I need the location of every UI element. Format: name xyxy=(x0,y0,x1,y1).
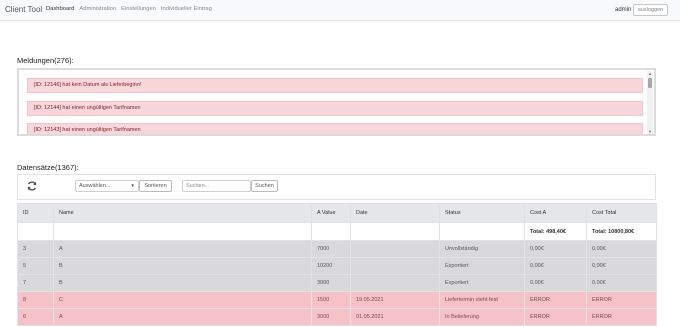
main-nav: Dashboard Administration Einstellungen I… xyxy=(46,6,212,12)
totals-cell xyxy=(311,222,351,241)
totals-row: Total: 498,40€ Total: 10800,80€ xyxy=(17,222,657,241)
cell-name: B xyxy=(53,274,312,292)
totals-cell xyxy=(17,222,54,241)
records-heading: Datensätze(1367): xyxy=(17,163,79,172)
cell-name: A xyxy=(53,308,312,326)
sort-select[interactable]: Auswählen... ▼ xyxy=(75,180,139,192)
cell-cost-total: 0,00€ xyxy=(586,240,657,258)
records-table: ID Name A Value Date Status Cost A Cost … xyxy=(17,203,657,326)
cell-id: 8 xyxy=(17,291,54,309)
total-cost-total: Total: 10800,80€ xyxy=(586,222,657,241)
cell-a-value: 10200 xyxy=(311,257,351,275)
search-input[interactable] xyxy=(182,180,251,192)
cell-date xyxy=(350,257,440,275)
records-toolbar: Auswählen... ▼ Sortieren Suchen xyxy=(17,174,656,200)
cell-cost-total: ERROR xyxy=(586,291,657,309)
messages-heading: Meldungen(276): xyxy=(17,56,74,65)
column-header-name[interactable]: Name xyxy=(53,203,312,223)
cell-a-value: 7000 xyxy=(311,240,351,258)
cell-cost-total: 0,00€ xyxy=(586,257,657,275)
nav-item-dashboard[interactable]: Dashboard xyxy=(46,6,74,12)
table-header-row: ID Name A Value Date Status Cost A Cost … xyxy=(17,203,657,223)
cell-date xyxy=(350,240,440,258)
cell-date xyxy=(350,274,440,292)
message-item: [ID: 12143] hat einen ungültigen Tarifna… xyxy=(27,123,643,134)
cell-name: B xyxy=(53,257,312,275)
cell-status: Exportiert xyxy=(439,257,525,275)
messages-list[interactable]: [ID: 12146] hat kein Datum als Lieferbeg… xyxy=(17,68,656,136)
scroll-down-icon[interactable]: ▼ xyxy=(648,130,652,134)
message-item: [ID: 12144] hat einen ungültigen Tarifna… xyxy=(27,101,643,116)
table-row[interactable]: 6 A 3000 01.05.2021 In Belieferung ERROR… xyxy=(17,308,657,326)
messages-scrollbar[interactable]: ▲ ▼ xyxy=(647,71,653,134)
column-header-date[interactable]: Date xyxy=(350,203,440,223)
cell-status: Exportiert xyxy=(439,274,525,292)
sort-button[interactable]: Sortieren xyxy=(139,180,172,192)
search-button[interactable]: Suchen xyxy=(251,180,278,192)
scroll-thumb[interactable] xyxy=(648,78,652,88)
totals-cell xyxy=(350,222,440,241)
scroll-up-icon[interactable]: ▲ xyxy=(648,72,652,76)
cell-cost-a: ERROR xyxy=(524,308,587,326)
cell-id: 3 xyxy=(17,240,54,258)
column-header-cost-a[interactable]: Cost A xyxy=(524,203,587,223)
table-row[interactable]: 5 B 10200 Exportiert 0,00€ 0,00€ xyxy=(17,257,657,275)
cell-cost-total: 0,00€ xyxy=(586,274,657,292)
column-header-id[interactable]: ID xyxy=(17,203,54,223)
cell-status: Unvollständig xyxy=(439,240,525,258)
nav-item-individueller-eintrag[interactable]: Individueller Eintrag xyxy=(161,6,212,12)
app-brand[interactable]: Client Tool xyxy=(5,5,42,14)
cell-date: 19.05.2021 xyxy=(350,291,440,309)
cell-status: Liefertermin steht fest xyxy=(439,291,525,309)
refresh-icon[interactable] xyxy=(26,180,38,192)
column-header-status[interactable]: Status xyxy=(439,203,525,223)
total-cost-a: Total: 498,40€ xyxy=(524,222,587,241)
logout-button[interactable]: ausloggen xyxy=(633,4,668,16)
cell-cost-a: 0,00€ xyxy=(524,257,587,275)
cell-a-value: 3000 xyxy=(311,308,351,326)
table-row[interactable]: 3 A 7000 Unvollständig 0,00€ 0,00€ xyxy=(17,240,657,258)
chevron-down-icon: ▼ xyxy=(130,183,135,188)
totals-cell xyxy=(439,222,525,241)
message-item: [ID: 12146] hat kein Datum als Lieferbeg… xyxy=(27,78,643,93)
cell-cost-a: ERROR xyxy=(524,291,587,309)
cell-cost-a: 0,00€ xyxy=(524,240,587,258)
cell-name: C xyxy=(53,291,312,309)
cell-id: 6 xyxy=(17,308,54,326)
sort-select-value: Auswählen... xyxy=(79,183,111,189)
cell-a-value: 1500 xyxy=(311,291,351,309)
table-row[interactable]: 7 B 3000 Exportiert 0,00€ 0,00€ xyxy=(17,274,657,292)
totals-cell xyxy=(53,222,312,241)
cell-cost-a: 0,00€ xyxy=(524,274,587,292)
cell-name: A xyxy=(53,240,312,258)
column-header-a-value[interactable]: A Value xyxy=(311,203,351,223)
nav-item-einstellungen[interactable]: Einstellungen xyxy=(121,6,156,12)
username: admin xyxy=(615,7,632,13)
top-navbar: Client Tool Dashboard Administration Ein… xyxy=(0,0,680,21)
table-row[interactable]: 8 C 1500 19.05.2021 Liefertermin steht f… xyxy=(17,291,657,309)
cell-date: 01.05.2021 xyxy=(350,308,440,326)
column-header-cost-total[interactable]: Cost Total xyxy=(586,203,657,223)
cell-a-value: 3000 xyxy=(311,274,351,292)
cell-cost-total: ERROR xyxy=(586,308,657,326)
cell-status: In Belieferung xyxy=(439,308,525,326)
cell-id: 5 xyxy=(17,257,54,275)
cell-id: 7 xyxy=(17,274,54,292)
nav-item-administration[interactable]: Administration xyxy=(79,6,116,12)
